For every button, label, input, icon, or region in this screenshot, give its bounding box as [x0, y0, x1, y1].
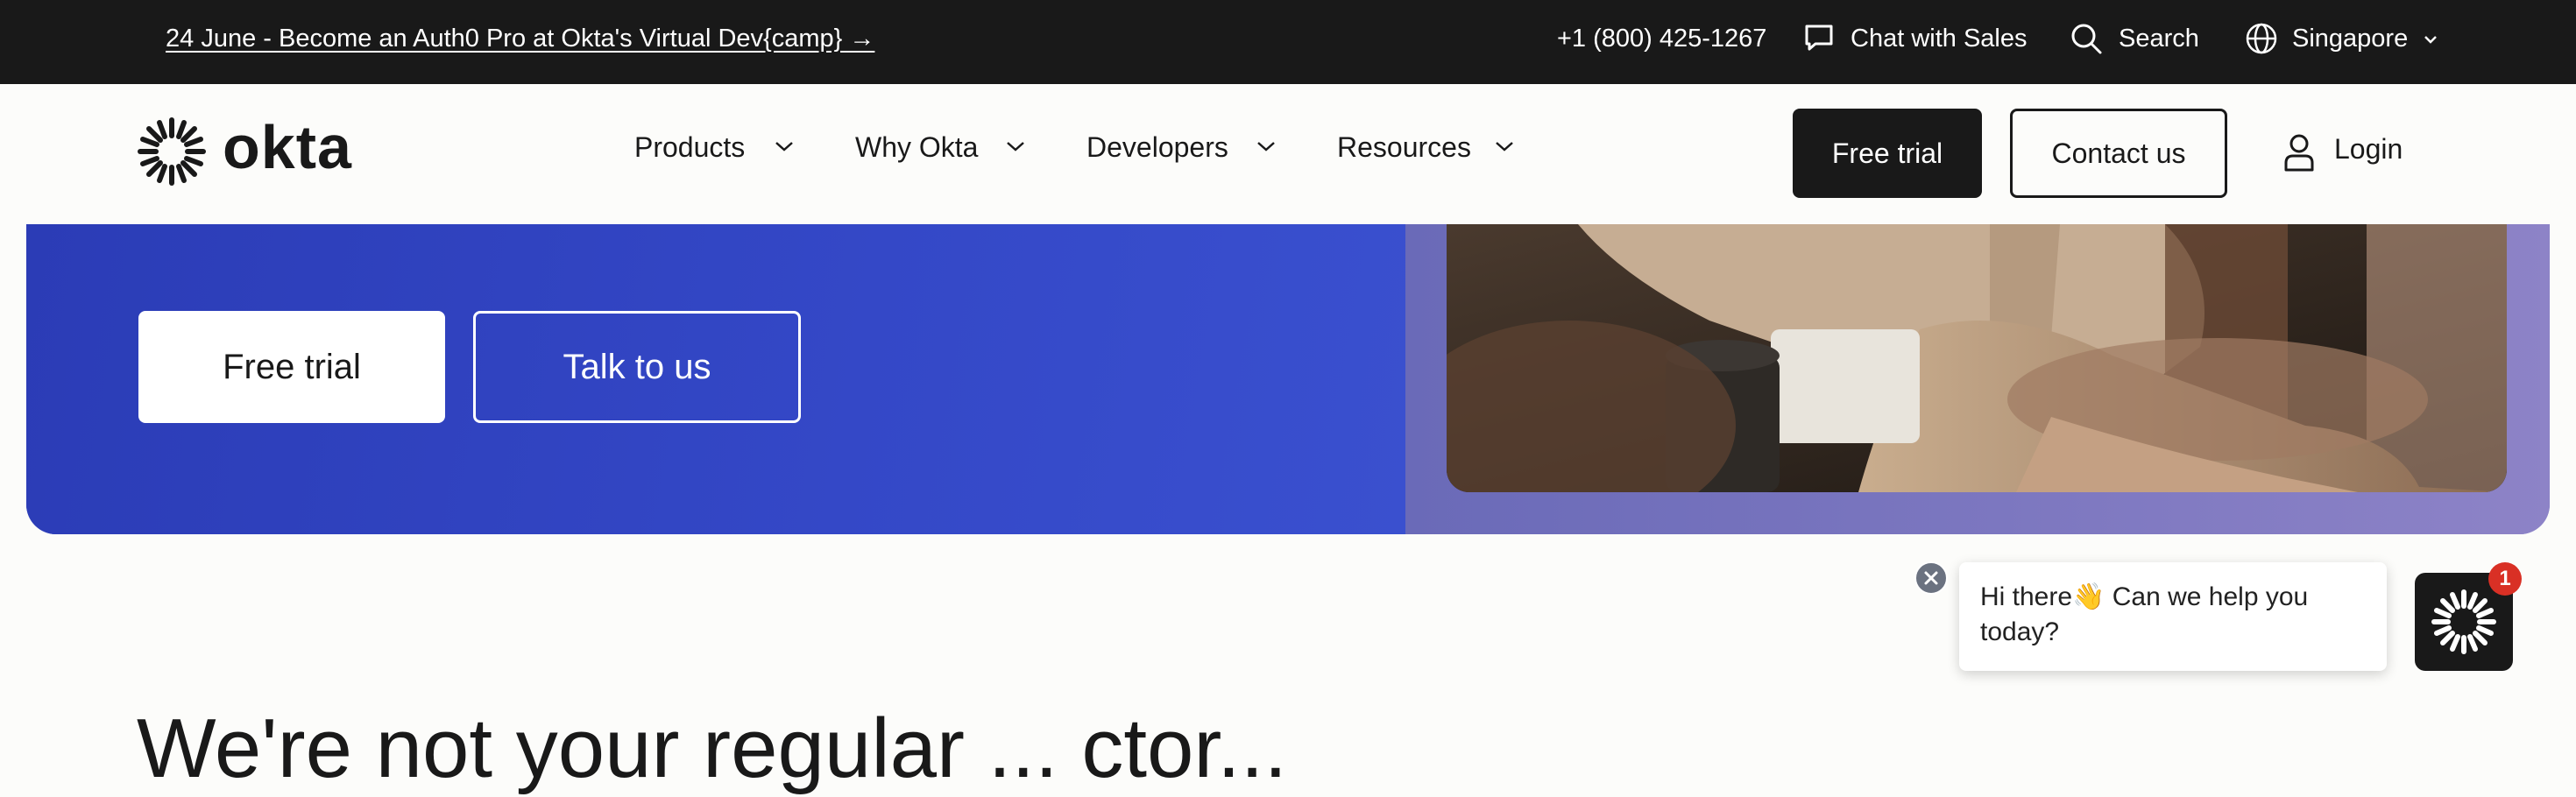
nav-developers[interactable]: Developers [1086, 131, 1228, 164]
login-link[interactable]: Login [2334, 133, 2403, 166]
chat-greeting-text: Hi there👋 Can we help you today? [1980, 582, 2309, 646]
chevron-down-icon [1496, 142, 1513, 152]
nav-resources[interactable]: Resources [1337, 131, 1471, 164]
search-link[interactable]: Search [2119, 25, 2199, 53]
globe-icon [2246, 23, 2277, 54]
search-icon[interactable] [2070, 22, 2103, 55]
okta-wordmark[interactable]: okta [223, 112, 352, 182]
notification-badge: 1 [2488, 562, 2522, 596]
chevron-down-icon [1007, 142, 1024, 152]
section-heading: We're not your regular ... ctor... [137, 702, 1288, 795]
nav-products[interactable]: Products [634, 131, 745, 164]
region-selector[interactable]: Singapore [2292, 25, 2408, 53]
chat-greeting-bubble[interactable]: Hi there👋 Can we help you today? [1959, 562, 2387, 671]
announcement-link[interactable]: 24 June - Become an Auth0 Pro at Okta's … [166, 25, 874, 53]
announcement-bar: 24 June - Become an Auth0 Pro at Okta's … [0, 0, 2576, 84]
phone-number[interactable]: +1 (800) 425-1267 [1557, 25, 1766, 53]
chevron-down-icon [2424, 36, 2437, 44]
contact-us-button[interactable]: Contact us [2010, 109, 2227, 198]
nav-why-okta[interactable]: Why Okta [855, 131, 978, 164]
chat-icon [1805, 25, 1833, 51]
hero-photo [1447, 224, 2507, 492]
nav-free-trial-button[interactable]: Free trial [1793, 109, 1982, 198]
hero-free-trial-button[interactable]: Free trial [138, 311, 445, 423]
close-icon[interactable] [1914, 561, 1948, 595]
user-icon[interactable] [2283, 133, 2315, 172]
chevron-down-icon [775, 142, 793, 152]
talk-to-us-button[interactable]: Talk to us [473, 311, 801, 423]
okta-logo-icon[interactable] [137, 116, 207, 187]
chevron-down-icon [1257, 142, 1275, 152]
chat-with-sales-link[interactable]: Chat with Sales [1851, 25, 2028, 53]
